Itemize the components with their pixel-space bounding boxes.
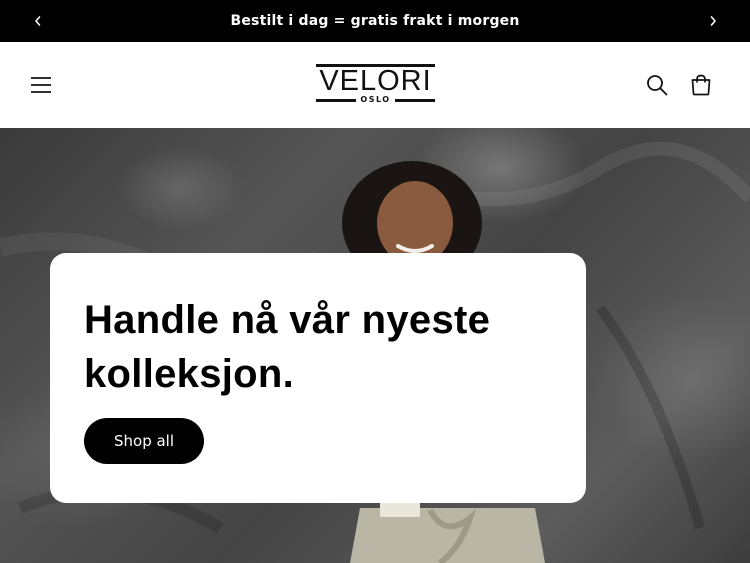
announcement-message: Bestilt i dag = gratis frakt i morgen [230, 13, 520, 29]
site-header: VELORI OSLO [0, 42, 750, 128]
announcement-bar: Bestilt i dag = gratis frakt i morgen [0, 0, 750, 42]
cart-button[interactable] [683, 67, 719, 103]
logo-wordmark: VELORI [319, 65, 432, 97]
logo-bar-bottom-right [395, 99, 435, 102]
search-icon [647, 75, 668, 96]
announcement-next-button[interactable] [701, 9, 725, 33]
logo-bar-bottom-left [316, 99, 356, 102]
menu-button[interactable] [23, 67, 59, 103]
hero-card: Handle nå vår nyeste kolleksjon. Shop al… [50, 253, 586, 503]
site-logo[interactable]: VELORI OSLO [316, 64, 435, 104]
shop-all-button[interactable]: Shop all [84, 418, 204, 464]
cart-icon [691, 74, 711, 96]
search-button[interactable] [639, 67, 675, 103]
logo-subtitle: OSLO [360, 95, 391, 104]
hamburger-icon [31, 77, 51, 93]
hero-banner: Handle nå vår nyeste kolleksjon. Shop al… [0, 128, 750, 563]
chevron-right-icon [710, 16, 716, 26]
hero-heading: Handle nå vår nyeste kolleksjon. [84, 298, 491, 396]
